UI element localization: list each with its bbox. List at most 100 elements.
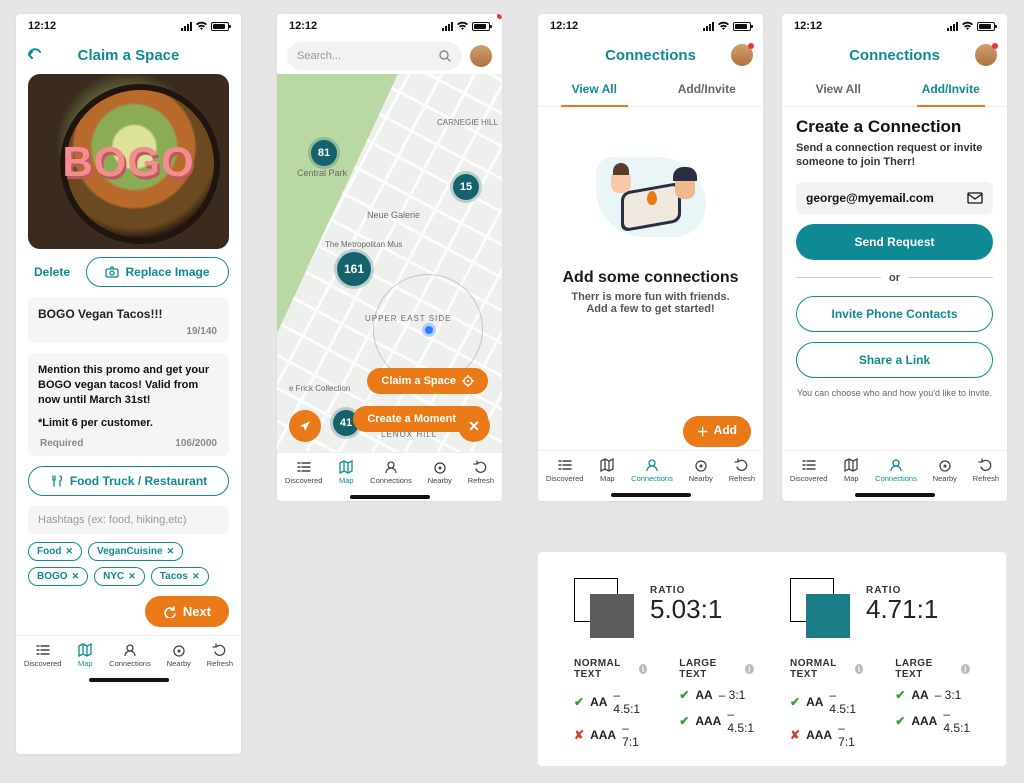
nav-discovered[interactable]: Discovered <box>24 643 62 668</box>
nav-discovered[interactable]: Discovered <box>790 458 828 483</box>
tab-add-invite[interactable]: Add/Invite <box>895 72 1008 106</box>
screen-claim-space: 12:12 Claim a Space BOGO Delete Replace … <box>16 14 241 754</box>
invite-note: You can choose who and how you'd like to… <box>796 388 993 398</box>
map-cluster-pin[interactable]: 161 <box>337 252 371 286</box>
nav-connections[interactable]: Connections <box>875 458 917 483</box>
refresh-icon <box>212 643 228 657</box>
radar-icon <box>937 458 953 472</box>
list-icon <box>557 458 573 472</box>
add-label: Add <box>714 423 737 440</box>
tab-add-invite[interactable]: Add/Invite <box>651 72 764 106</box>
contrast-result: ✔AA – 3:1 <box>679 688 754 702</box>
back-icon[interactable] <box>26 48 44 62</box>
close-fab[interactable]: ✕ <box>458 410 490 442</box>
tag-chip[interactable]: VeganCuisine✕ <box>88 542 183 561</box>
required-label: Required <box>40 437 83 451</box>
nav-refresh[interactable]: Refresh <box>468 460 494 485</box>
nav-connections[interactable]: Connections <box>631 458 673 483</box>
bottom-nav: Discovered Map Connections Nearby Refres… <box>538 450 763 490</box>
close-icon[interactable]: ✕ <box>128 571 136 582</box>
status-bar: 12:12 <box>16 14 241 38</box>
signal-icon <box>947 22 958 31</box>
nav-connections[interactable]: Connections <box>370 460 412 485</box>
title-char-count: 19/140 <box>186 326 217 337</box>
info-icon[interactable]: i <box>961 664 970 674</box>
close-icon[interactable]: ✕ <box>192 571 200 582</box>
tag-chip[interactable]: Tacos✕ <box>151 567 209 586</box>
list-icon <box>35 643 51 657</box>
locate-fab[interactable] <box>289 410 321 442</box>
people-icon <box>122 643 138 657</box>
map-icon <box>843 458 859 472</box>
bottom-nav: Discovered Map Connections Nearby Refres… <box>16 635 241 675</box>
wifi-icon <box>961 21 974 31</box>
page-title: Connections <box>849 47 940 64</box>
normal-text-heading: NORMAL TEXTi <box>574 658 647 680</box>
close-icon[interactable]: ✕ <box>65 546 73 557</box>
close-icon[interactable]: ✕ <box>167 546 175 557</box>
tag-chip[interactable]: BOGO✕ <box>28 567 88 586</box>
replace-image-button[interactable]: Replace Image <box>86 257 229 287</box>
map-label: The Metropolitan Mus <box>325 240 402 249</box>
empty-body: Therr is more fun with friends. Add a fe… <box>568 291 733 315</box>
nav-discovered[interactable]: Discovered <box>285 460 323 485</box>
map-cluster-pin[interactable]: 81 <box>311 140 337 166</box>
nav-nearby[interactable]: Nearby <box>167 643 191 668</box>
nav-nearby[interactable]: Nearby <box>689 458 713 483</box>
nav-map[interactable]: Map <box>338 460 354 485</box>
nav-discovered[interactable]: Discovered <box>546 458 584 483</box>
invite-contacts-button[interactable]: Invite Phone Contacts <box>796 296 993 332</box>
wifi-icon <box>195 21 208 31</box>
nav-refresh[interactable]: Refresh <box>729 458 755 483</box>
tag-chip[interactable]: Food✕ <box>28 542 82 561</box>
nav-nearby[interactable]: Nearby <box>428 460 452 485</box>
hashtag-input[interactable]: Hashtags (ex: food, hiking,etc) <box>28 506 229 534</box>
screen-connections-invite: 12:12 Connections View All Add/Invite Cr… <box>782 14 1007 501</box>
status-icons <box>181 21 229 31</box>
nav-refresh[interactable]: Refresh <box>973 458 999 483</box>
claim-space-button[interactable]: Claim a Space <box>367 368 488 394</box>
tag-chip[interactable]: NYC✕ <box>94 567 145 586</box>
close-icon[interactable]: ✕ <box>72 571 80 582</box>
delete-button[interactable]: Delete <box>28 257 76 287</box>
share-link-button[interactable]: Share a Link <box>796 342 993 378</box>
status-bar: 12:12 <box>277 14 502 38</box>
nav-map[interactable]: Map <box>77 643 93 668</box>
tab-view-all[interactable]: View All <box>782 72 895 106</box>
avatar[interactable] <box>731 44 753 66</box>
contrast-result: ✔AA – 3:1 <box>895 688 970 702</box>
contrast-left: RATIO 5.03:1 NORMAL TEXTi ✔AA – 4.5:1 ✘A… <box>556 578 772 740</box>
mail-icon <box>967 192 983 204</box>
nav-refresh[interactable]: Refresh <box>207 643 233 668</box>
check-icon: ✔ <box>790 695 800 709</box>
page-header: Claim a Space <box>16 38 241 72</box>
or-divider: or <box>796 272 993 284</box>
home-indicator <box>611 493 691 497</box>
tab-view-all[interactable]: View All <box>538 72 651 106</box>
home-indicator <box>350 495 430 499</box>
nav-connections[interactable]: Connections <box>109 643 151 668</box>
info-icon[interactable]: i <box>639 664 647 674</box>
claim-space-label: Claim a Space <box>381 375 456 387</box>
info-icon[interactable]: i <box>855 664 863 674</box>
category-button[interactable]: Food Truck / Restaurant <box>28 466 229 496</box>
avatar[interactable] <box>470 45 492 67</box>
status-time: 12:12 <box>794 20 822 32</box>
add-button[interactable]: ＋ Add <box>683 416 751 447</box>
avatar[interactable] <box>975 44 997 66</box>
nav-map[interactable]: Map <box>843 458 859 483</box>
next-button[interactable]: Next <box>145 596 229 627</box>
map-view[interactable]: Central Park Neue Galerie The Metropolit… <box>277 74 502 452</box>
signal-icon <box>442 22 453 31</box>
title-input[interactable]: BOGO Vegan Tacos!!! 19/140 <box>28 297 229 343</box>
search-input[interactable]: Search... <box>287 42 462 70</box>
nav-map[interactable]: Map <box>599 458 615 483</box>
description-input[interactable]: Mention this promo and get your BOGO veg… <box>28 353 229 456</box>
map-label: Neue Galerie <box>367 210 420 220</box>
email-input[interactable]: george@myemail.com <box>796 182 993 214</box>
info-icon[interactable]: i <box>745 664 754 674</box>
map-cluster-pin[interactable]: 15 <box>453 174 479 200</box>
send-request-button[interactable]: Send Request <box>796 224 993 260</box>
nav-nearby[interactable]: Nearby <box>933 458 957 483</box>
description-char-count: 106/2000 <box>175 437 217 451</box>
